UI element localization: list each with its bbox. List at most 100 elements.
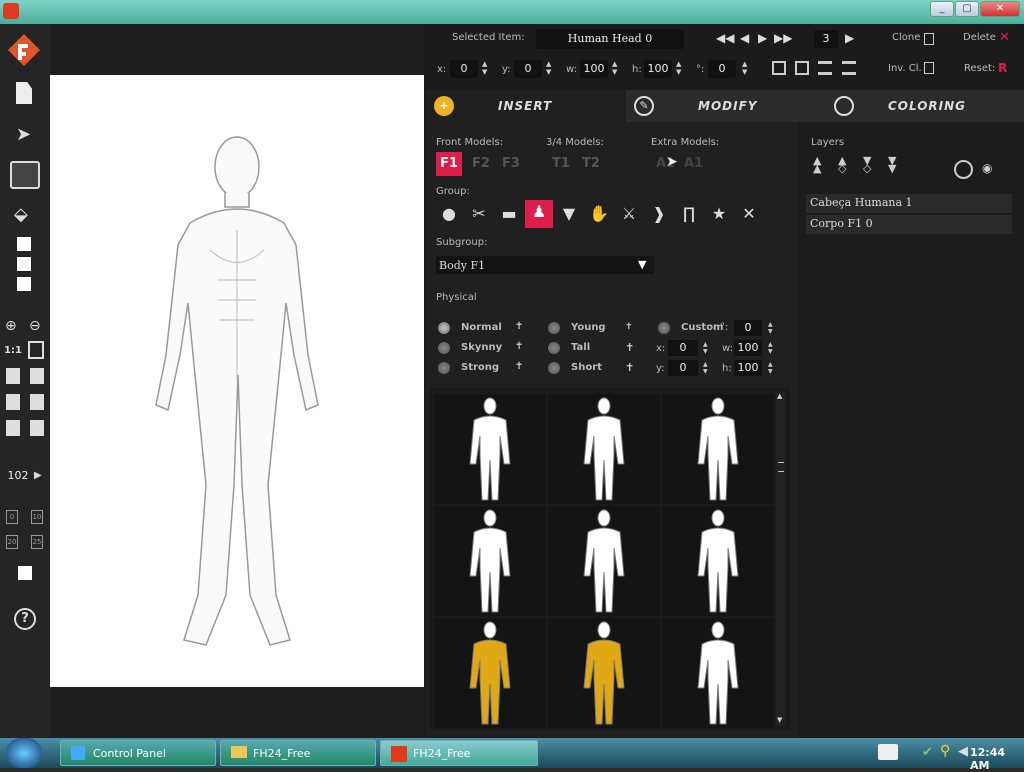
grid-select-icon[interactable] (10, 161, 40, 189)
scroll-down-icon[interactable]: ▼ (777, 716, 782, 724)
rotation-spinner-icon[interactable]: ▲ ▼ (742, 60, 747, 76)
custom-radio[interactable] (658, 322, 670, 334)
skinny-radio[interactable] (438, 342, 450, 354)
flip-horizontal-icon[interactable] (772, 61, 786, 75)
layer-up-icon[interactable]: ▲ ◇ (838, 155, 846, 174)
next-frame-icon[interactable]: ▶ (758, 31, 767, 45)
y-field[interactable]: 0 (514, 60, 542, 78)
reset-icon[interactable]: R (998, 61, 1007, 75)
x-field[interactable]: 0 (450, 60, 478, 78)
clock[interactable]: 12:44 AM (970, 746, 1024, 772)
close-button[interactable]: ✕ (980, 1, 1020, 17)
custom-h-field[interactable]: 100 (734, 360, 762, 376)
tall-radio[interactable] (548, 342, 560, 354)
emblem-group-icon[interactable]: ★ (707, 202, 731, 226)
head-group-icon[interactable]: ● (437, 202, 461, 226)
hair-group-icon[interactable]: ✂ (467, 202, 491, 226)
clone-label[interactable]: Clone (892, 32, 920, 43)
grid-25-option[interactable]: 25 (31, 535, 43, 549)
first-frame-icon[interactable]: ◀◀ (716, 31, 734, 45)
model-f3-button[interactable]: F3 (502, 156, 520, 171)
color-swatch-2[interactable] (17, 257, 31, 271)
hand-icon[interactable] (30, 394, 44, 410)
model-t1-button[interactable]: T1 (552, 156, 570, 171)
strong-radio[interactable] (438, 362, 450, 374)
color-swatch-1[interactable] (17, 237, 31, 251)
short-radio[interactable] (548, 362, 560, 374)
glove-group-icon[interactable]: ✋ (587, 202, 611, 226)
frame-forward-icon[interactable]: ▶ (845, 31, 854, 45)
w-spinner-icon[interactable]: ▲ ▼ (612, 60, 617, 76)
last-frame-icon[interactable]: ▶▶ (774, 31, 792, 45)
h-field[interactable]: 100 (644, 60, 672, 78)
model-f1-button[interactable]: F1 (436, 152, 462, 176)
model-t2-button[interactable]: T2 (582, 156, 600, 171)
fit-frame-icon[interactable] (28, 341, 44, 359)
modify-tab[interactable]: ✎ MODIFY (626, 90, 820, 122)
start-button-icon[interactable] (6, 738, 42, 768)
coloring-tab[interactable]: COLORING (820, 90, 1024, 122)
shirt-group-icon[interactable]: ▼ (557, 202, 581, 226)
layer-row-head[interactable]: Cabeça Humana 1 (806, 194, 1012, 213)
pants-group-icon[interactable]: ∏ (677, 202, 701, 226)
custom-x-spinner-icon[interactable]: ▲ ▼ (703, 341, 708, 355)
keyboard-icon[interactable] (878, 744, 898, 760)
insert-tab[interactable]: + INSERT (426, 90, 626, 122)
taskbar-app[interactable]: FH24_Free (380, 740, 538, 766)
layer-row-body[interactable]: Corpo F1 0 (806, 215, 1012, 234)
rotation-field[interactable]: 0 (708, 60, 736, 78)
search-icon[interactable]: ⚲ (940, 743, 950, 759)
h-spinner-icon[interactable]: ▲ ▼ (676, 60, 681, 76)
taskbar-control-panel[interactable]: Control Panel (60, 740, 216, 766)
eye-icon[interactable]: ◉ (982, 161, 992, 175)
custom-y-field[interactable]: 0 (668, 360, 698, 376)
zoom-level-field[interactable]: 102 (5, 469, 31, 485)
shirt-view-icon[interactable] (30, 368, 44, 384)
young-radio[interactable] (548, 322, 560, 334)
custom-y-spinner-icon[interactable]: ▲ ▼ (703, 361, 708, 375)
body-group-icon[interactable]: ♟ (525, 200, 553, 228)
zoom-one-to-one[interactable]: 1:1 (4, 345, 22, 356)
inv-cl-label[interactable]: Inv. Cl. (888, 63, 922, 74)
hide-layer-icon[interactable] (954, 160, 973, 179)
human-figure-drawing[interactable] (50, 75, 424, 687)
zoom-out-icon[interactable]: ⊖ (29, 318, 41, 334)
layer-to-top-icon[interactable]: ▲ ▲ (813, 155, 821, 174)
help-icon[interactable]: ? (14, 608, 36, 630)
taskbar-folder[interactable]: FH24_Free (220, 740, 376, 766)
zoom-in-icon[interactable]: ⊕ (5, 318, 17, 334)
flip-vertical-icon[interactable] (795, 61, 809, 75)
custom-x-field[interactable]: 0 (668, 340, 698, 356)
normal-radio[interactable] (438, 322, 450, 334)
drawing-canvas[interactable] (50, 75, 424, 687)
delete-x-icon[interactable]: ✕ (999, 30, 1010, 45)
maximize-button[interactable]: ▢ (955, 1, 979, 17)
network-icon[interactable]: ✔ (922, 745, 933, 760)
custom-h-spinner-icon[interactable]: ▲ ▼ (768, 361, 773, 375)
model-f2-button[interactable]: F2 (472, 156, 490, 171)
head-view-icon[interactable] (6, 368, 20, 384)
thumbnail-scrollbar[interactable]: ▲ ▼ (776, 392, 786, 726)
hat-group-icon[interactable]: ▬ (497, 202, 521, 226)
inv-cl-icon[interactable] (924, 62, 934, 74)
prev-frame-icon[interactable]: ◀ (740, 31, 749, 45)
new-document-icon[interactable] (16, 82, 32, 104)
select-arrow-icon[interactable]: ➤ (16, 124, 31, 145)
boot-icon[interactable] (30, 420, 44, 436)
w-field[interactable]: 100 (580, 60, 608, 78)
layer-to-bottom-icon[interactable]: ▼ ▼ (888, 155, 896, 174)
volume-icon[interactable]: ◀ (958, 744, 968, 759)
weapons-group-icon[interactable]: ✕ (737, 202, 761, 226)
bring-forward-icon[interactable] (818, 61, 832, 75)
custom-rotation-spinner-icon[interactable]: ▲ ▼ (768, 321, 773, 335)
clone-icon[interactable] (924, 33, 934, 45)
arms-group-icon[interactable]: ❱ (647, 202, 671, 226)
custom-w-spinner-icon[interactable]: ▲ ▼ (768, 341, 773, 355)
frame-number-field[interactable]: 3 (814, 30, 838, 48)
grid-10-option[interactable]: 10 (31, 510, 43, 524)
zoom-arrow-icon[interactable]: ▶ (34, 470, 42, 481)
grid-20-option[interactable]: 20 (6, 535, 18, 549)
y-spinner-icon[interactable]: ▲ ▼ (546, 60, 551, 76)
minimize-button[interactable]: _ (930, 1, 954, 17)
sword-group-icon[interactable]: ⚔ (617, 202, 641, 226)
